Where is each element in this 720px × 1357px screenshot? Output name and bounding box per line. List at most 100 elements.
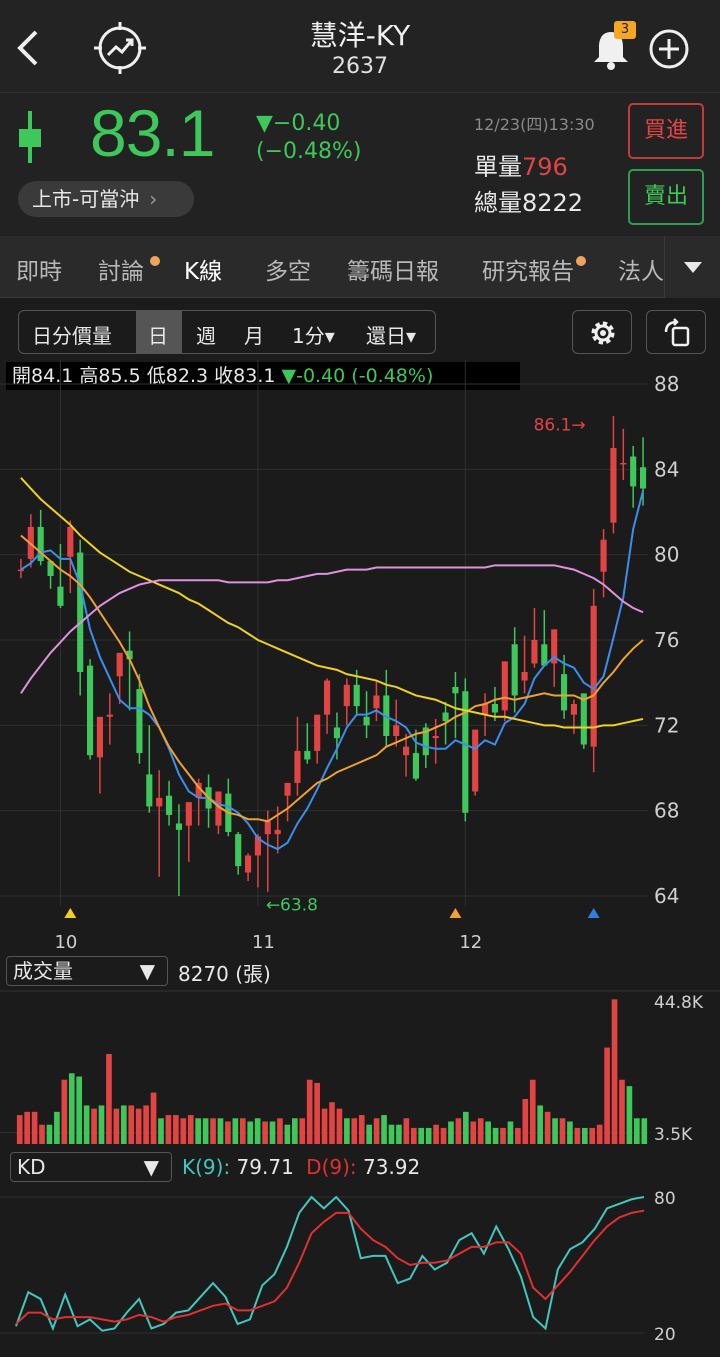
signal-marker [449,908,462,918]
candle-body [491,704,498,713]
buy-button[interactable]: 買進 [628,103,704,159]
x-tick-label: 11 [252,932,275,953]
tab-kline[interactable]: K線 [184,252,222,286]
volume-bar [418,1127,425,1144]
add-circle-icon[interactable] [648,28,690,70]
volume-bar [247,1121,254,1144]
candlestick-chart[interactable]: 88 84 80 76 72 68 64 10 11 12 86.1→ ←63.8 [0,360,720,955]
candle-body [116,652,123,677]
candle-body [353,684,360,707]
candle-body [166,795,173,815]
x-tick-label: 10 [54,932,77,953]
period-week[interactable]: 週 [196,320,216,349]
candle-body [57,586,64,606]
period-intraday[interactable]: 日分價量 [32,320,112,349]
total-volume: 總量8222 [474,189,584,217]
candle-body [432,736,439,739]
volume-bar [611,999,618,1144]
candle-body [640,467,647,489]
app-header: 慧洋-KY 2637 3 [0,0,720,92]
candle-body [17,569,24,572]
volume-bar [388,1124,395,1144]
candle-body [452,686,459,694]
candle-body [264,821,271,835]
volume-bar [76,1076,83,1144]
moving-average-line [20,534,644,823]
volume-bar [336,1108,343,1144]
volume-bar [39,1124,45,1144]
candle-body [333,727,340,739]
candle-body [580,693,587,745]
settings-button[interactable] [572,310,632,354]
candle-body [620,462,627,465]
y-tick-label: 44.8K [654,993,704,1013]
y-tick-label: 80 [654,543,679,567]
candle-body [570,704,577,715]
tab-discussion[interactable]: 討論 [98,252,144,286]
volume-bar [158,1118,164,1144]
sell-button[interactable]: 賣出 [628,169,704,225]
volume-bar [329,1102,335,1144]
tab-realtime[interactable]: 即時 [16,252,62,286]
volume-bar [463,1111,469,1144]
chevron-down-icon [684,262,702,273]
volume-bar [314,1082,320,1144]
volume-bar [239,1118,246,1144]
volume-indicator-select[interactable]: 成交量 ▼ [6,956,168,986]
candle-body [343,684,350,707]
candle-body [67,526,74,557]
candle-body [294,750,301,783]
volume-bar [581,1127,588,1144]
candle-body [472,729,479,792]
candle-body [600,539,607,572]
tab-new-dot [150,256,160,266]
volume-chart[interactable]: 44.8K 3.5K [0,990,720,1150]
candle-body [393,725,400,736]
tab-long-short[interactable]: 多空 [265,252,311,286]
tab-research[interactable]: 研究報告 [482,252,574,286]
candle-body [245,855,252,873]
period-minute-dropdown[interactable]: 1分▾ [292,320,335,349]
volume-bar [433,1124,439,1144]
candle-body [630,456,637,487]
kd-values: K(9): 79.71 D(9): 73.92 [182,1155,421,1179]
period-day[interactable]: 日 [148,320,168,349]
volume-bar [358,1115,365,1144]
quote-timestamp: 12/23(四)13:30 [474,115,595,134]
volume-bar [173,1115,179,1144]
volume-bar [448,1121,454,1144]
candle-body [403,746,410,756]
gear-icon [591,321,615,345]
volume-bar [143,1105,149,1144]
candle-body [284,782,291,796]
rotate-screen-button[interactable] [646,310,706,354]
kd-indicator-select[interactable]: KD ▼ [10,1152,172,1182]
candle-body [235,834,242,867]
candle-body [106,714,113,717]
candle-body [314,714,321,751]
candle-body [274,829,281,835]
y-tick-label: 20 [654,1325,676,1345]
volume-bar [232,1118,239,1144]
period-month[interactable]: 月 [244,320,264,349]
volume-bar [492,1127,499,1144]
tab-chip-daily[interactable]: 籌碼日報 [347,252,439,286]
market-board-button[interactable]: 上市-可當沖 › [18,181,194,217]
candle-body [136,689,143,754]
candle-body [541,644,548,666]
candle-body [96,716,103,758]
adjust-dropdown[interactable]: 還日▾ [366,320,416,349]
volume-bar [351,1118,358,1144]
price-change-percent: (−0.48%) [256,139,362,164]
kd-chart[interactable]: 80 20 [0,1185,720,1350]
volume-bar [113,1108,120,1144]
volume-bar [202,1118,209,1144]
volume-bar [366,1124,373,1144]
tab-institutional[interactable]: 法人 [618,252,664,286]
volume-bar [299,1118,306,1144]
volume-bar [135,1108,142,1144]
volume-bar [477,1118,484,1144]
candle-body [412,753,419,779]
candle-body [77,552,84,672]
volume-bar [470,1121,477,1144]
